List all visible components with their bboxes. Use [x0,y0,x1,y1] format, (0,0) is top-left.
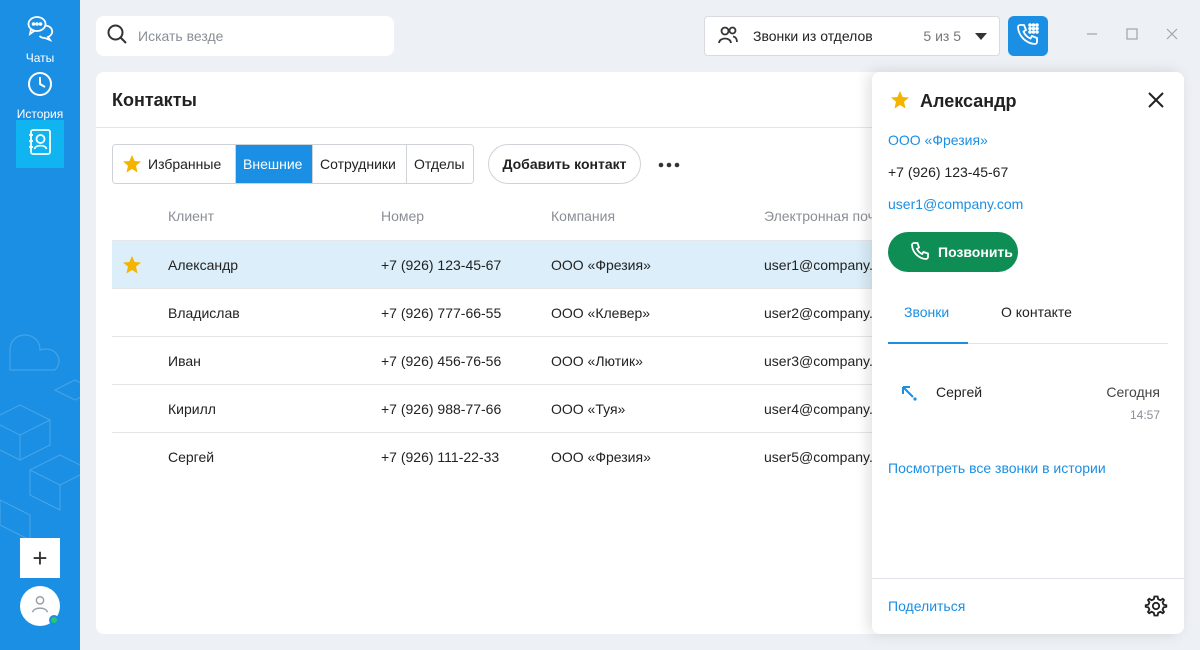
chat-icon [26,14,54,47]
tab-about-contact[interactable]: О контакте [1001,304,1072,320]
cell-client: Сергей [168,449,215,465]
share-link[interactable]: Поделиться [888,598,965,614]
view-call-history-link[interactable]: Посмотреть все звонки в истории [888,460,1106,476]
contact-tabs: Избранные Внешние Сотрудники Отделы [112,144,474,184]
tab-favorites[interactable]: Избранные [113,145,236,183]
decorative-pattern [0,334,80,541]
search-bar[interactable] [96,16,394,56]
tab-label: Отделы [414,156,465,172]
contact-phone: +7 (926) 123-45-67 [888,164,1009,180]
sidebar-item-chats[interactable]: Чаты [0,14,80,65]
users-icon [717,24,739,49]
cell-company: ООО «Туя» [551,401,626,417]
close-window-button[interactable] [1160,24,1184,48]
star-icon [122,154,142,174]
add-button[interactable]: + [20,538,60,578]
call-date: Сегодня [1106,384,1160,400]
cell-company: ООО «Фрезия» [551,257,651,273]
cell-client: Кирилл [168,401,216,417]
minimize-button[interactable] [1080,24,1104,48]
search-icon [106,23,128,50]
call-caller: Сергей [936,384,983,400]
clock-icon [26,70,54,103]
call-time: 14:57 [1129,408,1160,422]
maximize-icon [1126,27,1138,45]
column-header-client[interactable]: Клиент [168,208,214,224]
tab-employees[interactable]: Сотрудники [313,145,407,183]
cell-phone: +7 (926) 777-66-55 [381,305,502,321]
sidebar-item-contacts[interactable] [16,120,64,168]
star-icon[interactable] [122,255,142,280]
department-count: 5 из 5 [923,28,961,44]
column-header-company[interactable]: Компания [551,208,615,224]
column-header-email[interactable]: Электронная почта [764,208,889,224]
add-contact-button[interactable]: Добавить контакт [488,144,641,184]
close-icon [1166,27,1178,45]
contact-name: Александр [920,91,1017,111]
sidebar-item-history[interactable]: История [0,70,80,121]
phone-dialpad-icon [1015,21,1041,52]
cell-phone: +7 (926) 456-76-56 [381,353,502,369]
contacts-icon [26,128,54,161]
department-calls-select[interactable]: Звонки из отделов 5 из 5 [704,16,1000,56]
contact-details-panel: Александр ООО «Фрезия» +7 (926) 123-45-6… [872,72,1184,634]
cell-company: ООО «Лютик» [551,353,643,369]
star-icon[interactable] [890,90,910,115]
cell-client: Владислав [168,305,240,321]
minimize-icon [1086,27,1098,45]
incoming-call-icon [900,384,918,407]
search-input[interactable] [138,28,378,44]
user-icon [29,593,51,620]
department-label: Звонки из отделов [753,28,873,44]
phone-icon [910,241,930,264]
caret-down-icon [975,28,987,44]
contact-email-link[interactable]: user1@company.com [888,196,1023,212]
contact-company-link[interactable]: ООО «Фрезия» [888,132,988,148]
cell-client: Иван [168,353,201,369]
divider [872,578,1184,579]
cell-company: ООО «Фрезия» [551,449,651,465]
more-horizontal-icon [658,155,680,173]
tab-label: Избранные [148,156,222,172]
tab-external[interactable]: Внешние [236,145,313,183]
maximize-button[interactable] [1120,24,1144,48]
cell-phone: +7 (926) 123-45-67 [381,257,502,273]
close-icon [1148,91,1164,113]
tab-departments[interactable]: Отделы [407,145,473,183]
dialpad-button[interactable] [1008,16,1048,56]
active-tab-indicator [888,342,968,344]
call-label: Позвонить [938,244,1013,260]
plus-icon: + [32,542,48,573]
gear-icon[interactable] [1144,594,1168,623]
sidebar-item-label: Чаты [25,51,55,65]
tab-calls[interactable]: Звонки [904,304,949,320]
cell-client: Александр [168,257,239,273]
column-header-phone[interactable]: Номер [381,208,424,224]
close-panel-button[interactable] [1144,90,1168,114]
tab-label: Сотрудники [320,156,396,172]
cell-phone: +7 (926) 111-22-33 [381,449,500,465]
page-title: Контакты [112,90,197,110]
online-status-dot [49,615,59,625]
sidebar-item-label: История [16,107,64,121]
left-rail: Чаты История + [0,0,80,650]
call-button[interactable]: Позвонить [888,232,1018,272]
more-options-button[interactable] [656,152,682,176]
tab-label: Внешние [243,156,303,172]
cell-phone: +7 (926) 988-77-66 [381,401,502,417]
cell-company: ООО «Клевер» [551,305,651,321]
